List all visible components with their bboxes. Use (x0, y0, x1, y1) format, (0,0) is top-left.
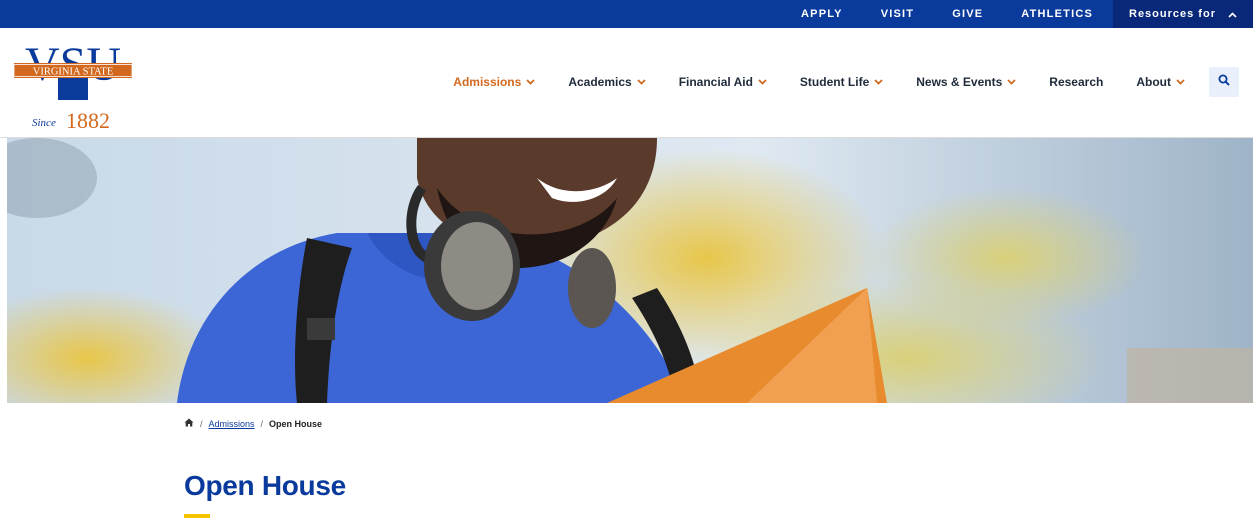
breadcrumb-separator: / (260, 418, 264, 429)
athletics-link[interactable]: ATHLETICS (1021, 8, 1093, 20)
nav-financial-aid-label: Financial Aid (678, 75, 753, 89)
vsu-logo[interactable]: VSU VIRGINIA STATE Since 1882 (13, 38, 133, 133)
chevron-down-icon (1007, 77, 1016, 88)
nav-admissions[interactable]: Admissions (453, 75, 535, 89)
nav-admissions-label: Admissions (453, 75, 522, 89)
apply-link[interactable]: APPLY (801, 8, 843, 20)
chevron-down-icon (637, 77, 646, 88)
chevron-down-icon (1176, 77, 1185, 88)
nav-financial-aid[interactable]: Financial Aid (679, 75, 767, 89)
breadcrumb-admissions-link[interactable]: Admissions (209, 419, 255, 429)
page-title: Open House (184, 470, 346, 501)
chevron-up-icon (1228, 7, 1237, 21)
main-nav: Admissions Academics Financial Aid Stude… (420, 28, 1253, 136)
home-icon[interactable] (184, 418, 194, 429)
breadcrumb-current: Open House (269, 418, 323, 429)
nav-student-life-label: Student Life (799, 75, 870, 89)
breadcrumb: / Admissions / Open House (184, 418, 322, 429)
nav-academics-label: Academics (568, 75, 632, 89)
chevron-down-icon (758, 77, 767, 88)
resources-for-label: Resources for (1129, 8, 1216, 20)
site-header: VSU VIRGINIA STATE Since 1882 Admissions… (0, 28, 1253, 138)
utility-bar: APPLY VISIT GIVE ATHLETICS Resources for (0, 0, 1253, 28)
nav-research[interactable]: Research (1049, 75, 1103, 89)
nav-news-events-label: News & Events (916, 75, 1003, 89)
visit-link[interactable]: VISIT (881, 8, 915, 20)
search-button[interactable] (1209, 67, 1239, 97)
logo-year: 1882 (66, 108, 110, 130)
nav-about-label: About (1136, 75, 1171, 89)
nav-news-events[interactable]: News & Events (916, 75, 1016, 89)
nav-academics[interactable]: Academics (568, 75, 646, 89)
chevron-down-icon (526, 77, 535, 88)
resources-for-dropdown[interactable]: Resources for (1113, 0, 1253, 28)
search-icon (1218, 73, 1230, 91)
logo-since-text: Since (32, 117, 56, 129)
title-accent-bar (184, 514, 210, 518)
nav-student-life[interactable]: Student Life (800, 75, 883, 89)
utility-links: APPLY VISIT GIVE ATHLETICS (763, 0, 1093, 28)
nav-about[interactable]: About (1136, 75, 1185, 89)
give-link[interactable]: GIVE (952, 8, 983, 20)
breadcrumb-separator: / (200, 418, 203, 429)
nav-research-label: Research (1049, 75, 1104, 89)
chevron-down-icon (874, 77, 883, 88)
hero-image (7, 138, 1253, 403)
logo-banner-text: VIRGINIA STATE (33, 67, 114, 78)
